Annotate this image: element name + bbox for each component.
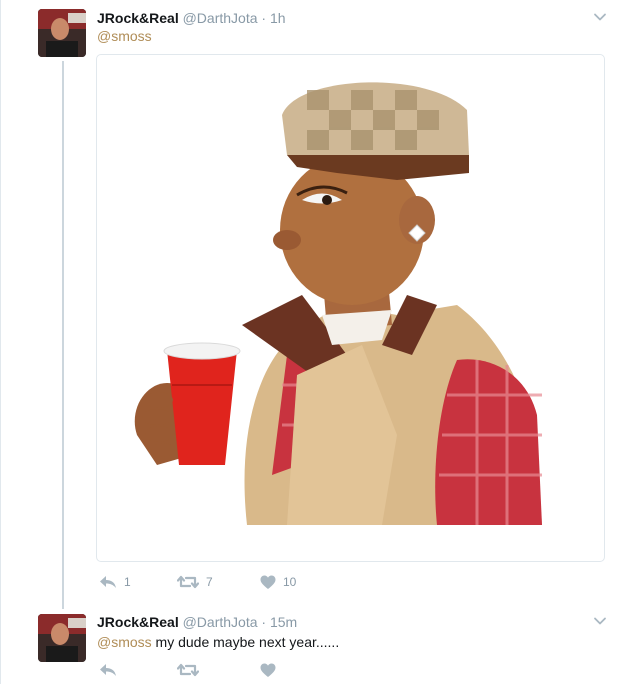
like-button[interactable] bbox=[260, 660, 276, 680]
retweet-count: 7 bbox=[206, 575, 213, 589]
like-icon bbox=[260, 663, 276, 678]
reply-icon bbox=[99, 574, 117, 590]
like-icon bbox=[260, 575, 276, 590]
tweet-media[interactable] bbox=[96, 54, 605, 562]
username[interactable]: @DarthJota bbox=[183, 614, 258, 630]
separator-dot: · bbox=[261, 10, 267, 26]
reply-to-mention[interactable]: @smoss bbox=[97, 27, 152, 45]
chevron-down-icon[interactable] bbox=[593, 10, 607, 24]
retweet-icon bbox=[177, 662, 199, 678]
retweet-icon bbox=[177, 574, 199, 590]
tweet-1[interactable]: JRock&Real @DarthJota · 1h @smoss 1 7 10 bbox=[0, 0, 641, 609]
retweet-button[interactable]: 7 bbox=[177, 572, 213, 592]
tweet-body: my dude maybe next year...... bbox=[151, 634, 340, 650]
reply-icon bbox=[99, 662, 117, 678]
thread-line bbox=[62, 61, 64, 609]
username[interactable]: @DarthJota bbox=[183, 10, 258, 26]
mention-link[interactable]: @smoss bbox=[97, 634, 152, 650]
tweet-actions: 1 7 10 bbox=[97, 572, 397, 592]
tweet-header: JRock&Real @DarthJota · 15m bbox=[97, 613, 297, 631]
reply-button[interactable] bbox=[99, 660, 117, 680]
separator-dot: · bbox=[261, 614, 267, 630]
tweet-header: JRock&Real @DarthJota · 1h bbox=[97, 9, 286, 27]
like-count: 10 bbox=[283, 575, 297, 589]
display-name[interactable]: JRock&Real bbox=[97, 614, 179, 630]
reply-count: 1 bbox=[124, 575, 131, 589]
avatar[interactable] bbox=[38, 9, 86, 57]
timestamp[interactable]: 15m bbox=[270, 614, 297, 630]
avatar[interactable] bbox=[38, 614, 86, 662]
emoji-illustration bbox=[134, 82, 542, 525]
timestamp[interactable]: 1h bbox=[270, 10, 286, 26]
tweet-text: @smoss my dude maybe next year...... bbox=[97, 633, 339, 651]
display-name[interactable]: JRock&Real bbox=[97, 10, 179, 26]
tweet-2[interactable]: JRock&Real @DarthJota · 15m @smoss my du… bbox=[0, 600, 641, 684]
tweet-actions bbox=[97, 660, 397, 680]
retweet-button[interactable] bbox=[177, 660, 199, 680]
chevron-down-icon[interactable] bbox=[593, 614, 607, 628]
like-button[interactable]: 10 bbox=[260, 572, 296, 592]
reply-button[interactable]: 1 bbox=[99, 572, 131, 592]
